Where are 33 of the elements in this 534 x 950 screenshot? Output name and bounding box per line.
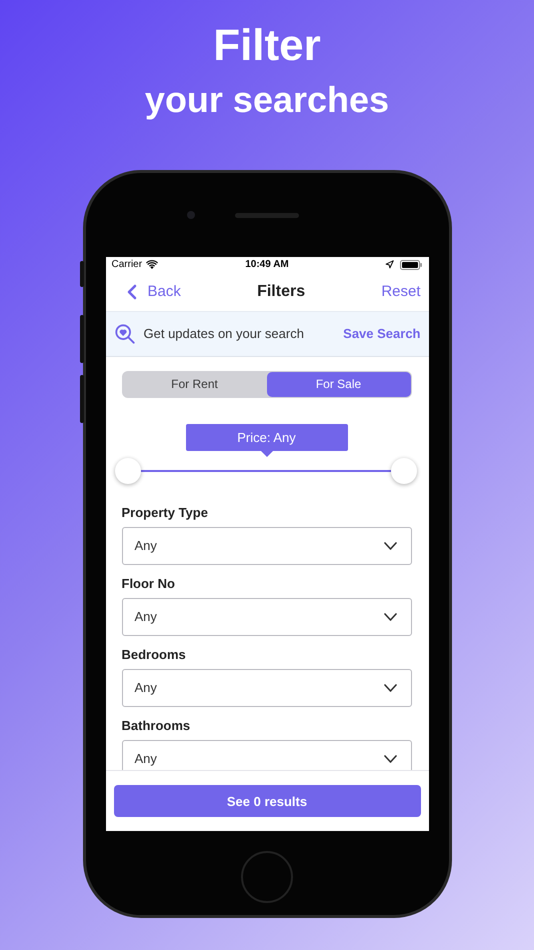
slider-thumb[interactable] <box>114 458 140 484</box>
status-time: 10:49 AM <box>245 259 289 270</box>
headline-subtitle: your searches <box>144 78 390 122</box>
field-label: Bedrooms <box>122 646 187 663</box>
dropdown-field[interactable]: Any <box>122 526 412 565</box>
dropdown-field[interactable]: Any <box>122 668 412 707</box>
carrier-label: Carrier <box>112 259 142 270</box>
chevron-down-icon <box>384 754 396 763</box>
field-label: Floor No <box>122 576 176 592</box>
home-button[interactable] <box>241 851 293 903</box>
chevron-down-icon <box>384 542 396 550</box>
camera-icon <box>187 211 195 219</box>
save-search-button[interactable]: Save Search <box>343 326 420 342</box>
segment-tab[interactable]: For Rent <box>122 372 266 397</box>
field-label: Bathrooms <box>122 718 192 734</box>
banner-text: Get updates on your search <box>144 326 305 342</box>
location-icon <box>385 260 394 270</box>
dropdown-field[interactable]: Any <box>122 598 412 636</box>
search-heart-icon <box>114 322 136 345</box>
speaker-grille <box>235 212 299 218</box>
chevron-down-icon <box>384 684 396 692</box>
headline-title: Filter <box>213 22 321 70</box>
page-title: Filters <box>257 282 306 301</box>
field-label: Property Type <box>122 504 209 521</box>
dropdown-field[interactable]: Any <box>122 740 412 770</box>
reset-button[interactable]: Reset <box>381 283 420 300</box>
slider-thumb[interactable] <box>390 458 416 484</box>
battery-icon <box>400 260 422 270</box>
see-results-button[interactable]: See 0 results <box>114 785 420 818</box>
segment-tab[interactable]: For Sale <box>266 372 410 397</box>
back-button[interactable]: Back <box>120 280 181 304</box>
chevron-down-icon <box>384 612 396 621</box>
wifi-icon <box>146 260 158 270</box>
